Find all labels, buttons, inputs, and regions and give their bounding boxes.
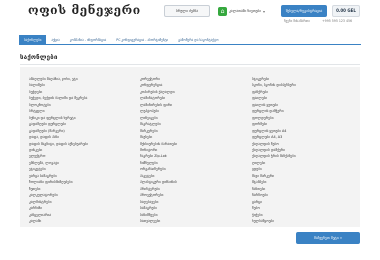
category-column-2: კორექტორი კონფერენცია კოპირების ქაღალდი ლამ…	[140, 76, 177, 224]
category-link[interactable]: კალამი	[29, 218, 88, 224]
category-link[interactable]: ხელსაწყოები	[252, 218, 296, 224]
show-more-button[interactable]: მაჩვენეთ მეტი »	[296, 232, 360, 244]
category-link[interactable]: ქაღალდის ჭრის მანქანები	[252, 153, 296, 159]
address-link[interactable]: ჩვენი მისამართი	[284, 19, 310, 23]
category-link[interactable]: ბეჭედი, ბეჭდის ბალიში და შეკრება	[29, 95, 88, 101]
divider	[20, 64, 360, 65]
cart-total-badge[interactable]: 0.00 GEL	[332, 5, 360, 17]
phone-number: +995 595 123 456	[322, 19, 353, 23]
chevron-down-icon: ▾	[263, 8, 266, 14]
nav-item-contact[interactable]: გამოწერა და საკონტაქტო	[173, 35, 223, 44]
category-link[interactable]: სკოჩი, სკოჩის დისპენსერი	[252, 82, 296, 88]
main-nav: საქონლები აქცია კომპანია - ინფორმაცია PC…	[19, 35, 361, 45]
page-title: საქონლები	[20, 54, 58, 61]
cart-icon: ⌂	[218, 6, 227, 16]
site-logo[interactable]: ოფის მენეჯერი	[28, 3, 141, 17]
category-link[interactable]: სათვალეები	[140, 218, 177, 224]
cart-dropdown[interactable]: ⌂ კალათაში ნივთები ▾	[218, 5, 272, 17]
login-register-button[interactable]: შესვლა/რეგისტრაცია	[281, 5, 327, 17]
nav-item-pc-config[interactable]: PC კონფიგურაცია - ასორტიმენტი	[111, 35, 173, 44]
category-panel: ამაღლები მაღაზია, ჯოხი, ეტი ბალიშები ბეჭდე…	[20, 67, 360, 227]
nav-item-company[interactable]: კომპანია - ინფორმაცია	[65, 35, 112, 44]
nav-item-sale[interactable]: აქცია	[46, 35, 64, 44]
cart-label: კალათაში ნივთები	[229, 9, 262, 13]
category-link[interactable]: პლასტიკური დიზაინის	[140, 179, 177, 185]
nav-item-products[interactable]: საქონლები	[19, 35, 47, 44]
category-column-1: ამაღლები მაღაზია, ჯოხი, ეტი ბალიშები ბეჭდე…	[29, 76, 88, 224]
category-column-3: სტიკერები სკოჩი, სკოჩის დისპენსერი ფანქრებ…	[252, 76, 296, 224]
full-search-button[interactable]: სრული ძებნა	[164, 5, 210, 17]
